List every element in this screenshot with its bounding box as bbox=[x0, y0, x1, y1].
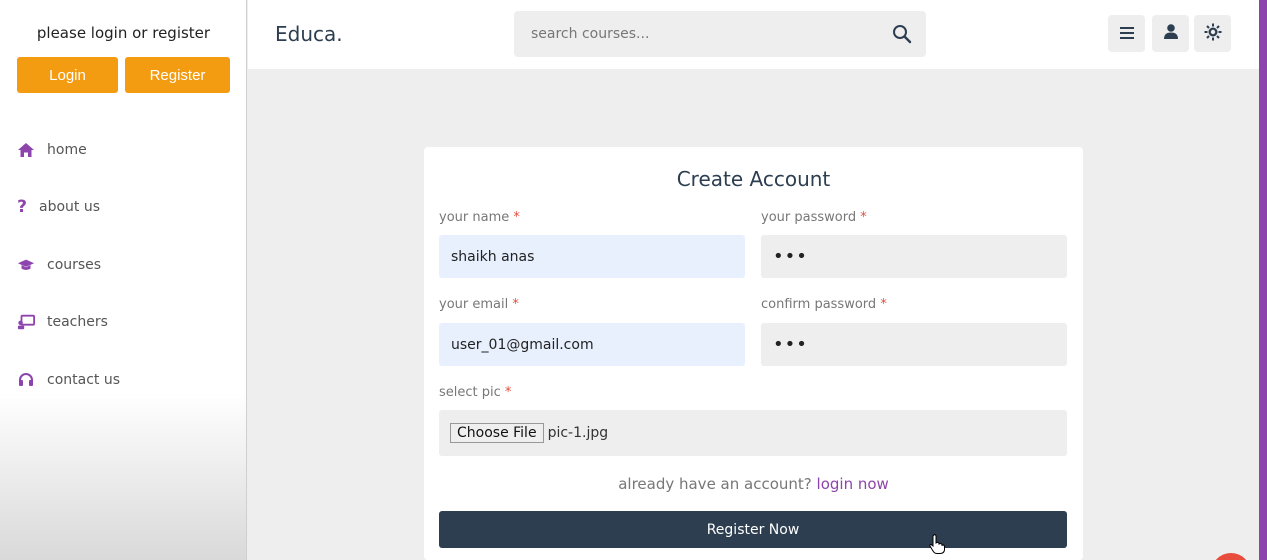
login-hint-text: already have an account? bbox=[618, 475, 812, 493]
email-label: your email * bbox=[439, 297, 519, 312]
sidebar-item-label: home bbox=[47, 142, 87, 158]
sun-icon bbox=[1204, 23, 1222, 45]
search-icon[interactable] bbox=[892, 24, 912, 44]
user-icon bbox=[1163, 24, 1178, 43]
login-now-link[interactable]: login now bbox=[817, 475, 889, 493]
hand-cursor-icon bbox=[929, 534, 945, 554]
name-field[interactable]: shaikh anas bbox=[439, 235, 745, 278]
home-icon bbox=[17, 141, 35, 159]
form-title: Create Account bbox=[676, 167, 831, 191]
confirm-password-label-text: confirm password bbox=[761, 297, 877, 312]
choose-file-button[interactable]: Choose File bbox=[450, 423, 544, 443]
name-label-text: your name bbox=[439, 210, 510, 225]
graduation-cap-icon bbox=[17, 256, 35, 274]
pic-label: select pic * bbox=[439, 385, 511, 400]
confirm-password-field[interactable]: ••• bbox=[761, 323, 1067, 366]
sidebar-item-courses[interactable]: courses bbox=[17, 253, 101, 277]
sidebar: please login or register Login Register … bbox=[0, 0, 247, 560]
email-field[interactable]: user_01@gmail.com bbox=[439, 323, 745, 366]
header: Educa. bbox=[248, 0, 1259, 69]
user-button[interactable] bbox=[1152, 15, 1189, 52]
name-label: your name * bbox=[439, 210, 520, 225]
sidebar-item-teachers[interactable]: teachers bbox=[17, 310, 108, 334]
search-bar bbox=[514, 11, 926, 57]
sidebar-item-label: contact us bbox=[47, 372, 121, 388]
sidebar-item-home[interactable]: home bbox=[17, 138, 87, 162]
login-hint: already have an account? login now bbox=[424, 475, 1083, 493]
password-field[interactable]: ••• bbox=[761, 235, 1067, 278]
sidebar-item-label: about us bbox=[39, 199, 101, 215]
search-input[interactable] bbox=[514, 11, 874, 57]
login-button[interactable]: Login bbox=[17, 57, 118, 93]
required-mark: * bbox=[513, 210, 520, 225]
register-button[interactable]: Register bbox=[125, 57, 230, 93]
theme-toggle-button[interactable] bbox=[1194, 15, 1231, 52]
required-mark: * bbox=[860, 210, 867, 225]
confirm-password-label: confirm password * bbox=[761, 297, 887, 312]
required-mark: * bbox=[512, 297, 519, 312]
required-mark: * bbox=[504, 385, 512, 400]
file-name: pic-1.jpg bbox=[547, 425, 609, 441]
sidebar-item-label: teachers bbox=[47, 314, 108, 330]
password-label: your password * bbox=[761, 210, 867, 225]
floating-button[interactable] bbox=[1211, 553, 1251, 560]
headset-icon bbox=[17, 371, 35, 389]
file-input: Choose File pic-1.jpg bbox=[439, 410, 1067, 456]
sidebar-item-label: courses bbox=[47, 257, 102, 273]
teacher-icon bbox=[17, 313, 35, 331]
register-now-button[interactable]: Register Now bbox=[439, 511, 1067, 548]
required-mark: * bbox=[880, 297, 887, 312]
question-icon: ? bbox=[17, 197, 27, 217]
pic-label-text: select pic bbox=[439, 385, 501, 400]
logo[interactable]: Educa. bbox=[275, 22, 343, 46]
password-label-text: your password bbox=[761, 210, 857, 225]
menu-button[interactable] bbox=[1108, 15, 1145, 52]
register-form: Create Account your name * shaikh anas y… bbox=[424, 147, 1083, 560]
login-prompt: please login or register bbox=[36, 24, 211, 42]
menu-icon bbox=[1119, 24, 1134, 43]
scrollbar-edge bbox=[1259, 0, 1267, 560]
sidebar-item-about[interactable]: ? about us bbox=[17, 195, 100, 219]
sidebar-item-contact[interactable]: contact us bbox=[17, 368, 120, 392]
email-label-text: your email bbox=[439, 297, 509, 312]
